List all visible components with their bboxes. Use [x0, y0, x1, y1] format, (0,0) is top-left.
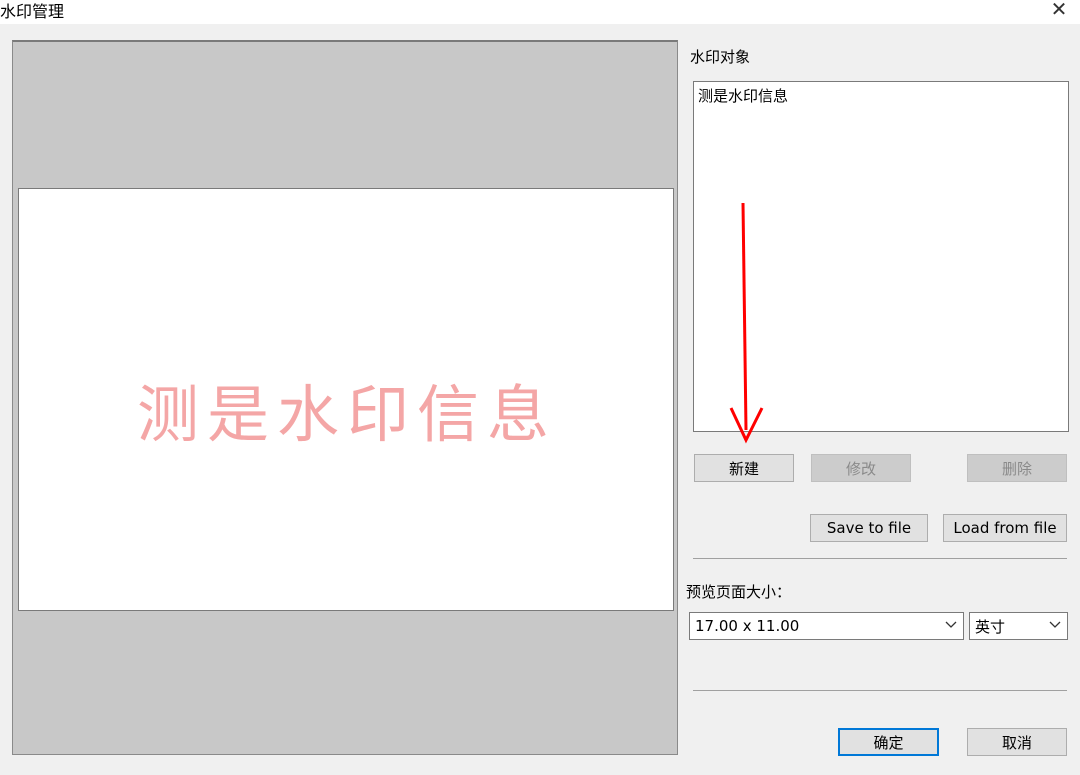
ok-button[interactable]: 确定 — [838, 728, 939, 756]
close-icon: ✕ — [1050, 0, 1068, 21]
separator — [693, 690, 1067, 691]
page-size-select[interactable]: 17.00 x 11.00 — [689, 612, 964, 640]
chevron-down-icon — [1049, 621, 1061, 628]
preview-page: 测是水印信息 — [18, 188, 674, 611]
page-size-value: 17.00 x 11.00 — [695, 617, 800, 635]
separator — [693, 558, 1067, 559]
preview-area: 测是水印信息 — [12, 40, 678, 755]
load-from-file-button[interactable]: Load from file — [943, 514, 1067, 542]
cancel-button[interactable]: 取消 — [967, 728, 1067, 756]
chevron-down-icon — [945, 621, 957, 628]
window-title: 水印管理 — [0, 2, 65, 21]
preview-page-size-label: 预览页面大小： — [686, 583, 792, 601]
delete-button[interactable]: 删除 — [967, 454, 1067, 482]
unit-select[interactable]: 英寸 — [969, 612, 1068, 640]
watermark-preview-text: 测是水印信息 — [136, 378, 557, 451]
close-button[interactable]: ✕ — [1044, 0, 1074, 21]
list-item[interactable]: 测是水印信息 — [698, 85, 788, 106]
title-bar: 水印管理 ✕ — [0, 0, 1080, 24]
modify-button[interactable]: 修改 — [811, 454, 911, 482]
new-button[interactable]: 新建 — [694, 454, 794, 482]
watermark-objects-label: 水印对象 — [690, 48, 751, 66]
watermark-objects-list[interactable]: 测是水印信息 — [693, 81, 1069, 432]
save-to-file-button[interactable]: Save to file — [810, 514, 928, 542]
unit-value: 英寸 — [975, 617, 1006, 636]
